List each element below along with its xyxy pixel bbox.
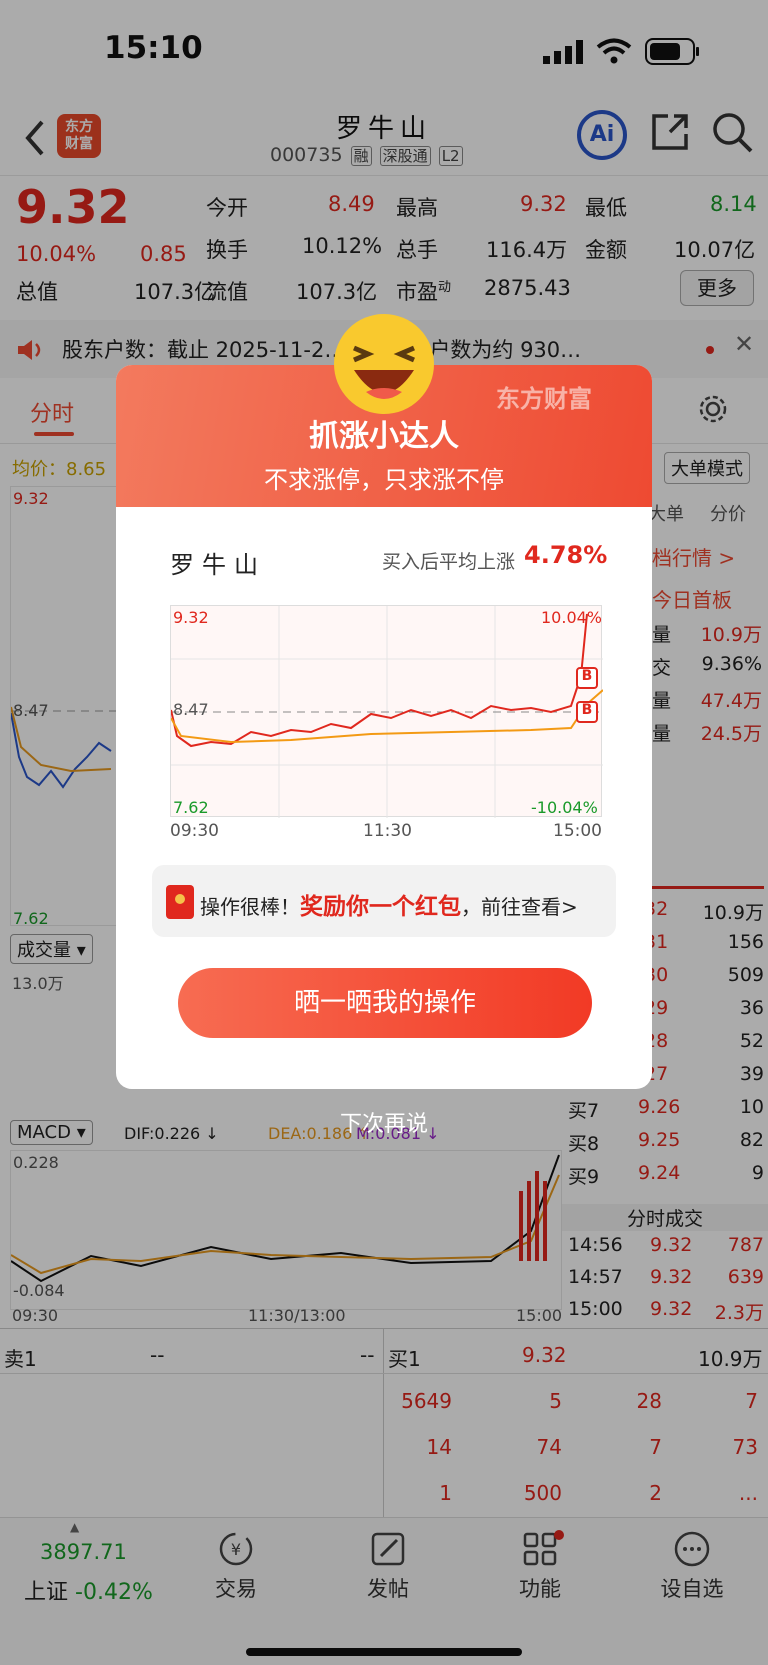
modal-subtitle: 不求涨停，只求涨不停 [264, 466, 504, 494]
buy-marker: B [581, 702, 593, 718]
mini-x-open: 09:30 [170, 821, 219, 841]
dismiss-link[interactable]: 下次再说 [0, 1106, 768, 1138]
mini-chart-lines [170, 606, 604, 818]
share-operation-button[interactable]: 晒一晒我的操作 [178, 968, 592, 1038]
mini-x-close: 15:00 [553, 821, 602, 841]
mini-top-right: 10.04% [541, 608, 603, 627]
red-envelope-icon [166, 885, 194, 919]
modal-title: 抓涨小达人 [309, 419, 459, 454]
mini-bot-left: 7.62 [173, 798, 209, 817]
mini-x-noon: 11:30 [363, 821, 412, 841]
modal-mini-chart: B B 9.32 10.04% 8.47 7.62 -10.04% [170, 605, 604, 818]
reward-text: 操作很棒！奖励你一个红包，前往查看> [200, 894, 578, 920]
mini-mid: 8.47 [173, 700, 209, 719]
reward-banner[interactable]: 操作很棒！奖励你一个红包，前往查看> [152, 865, 616, 937]
mini-top-left: 9.32 [173, 608, 209, 627]
mini-bot-right: -10.04% [531, 798, 598, 817]
avg-rise-value: 4.78% [524, 541, 608, 569]
reward-modal: 东方财富 抓涨小达人 不求涨停，只求涨不停 罗牛山 买入后平均上涨 4.78% … [116, 365, 652, 1089]
buy-marker: B [581, 668, 593, 684]
avg-rise-label: 买入后平均上涨 [382, 551, 516, 573]
modal-stock-name: 罗牛山 [170, 551, 266, 579]
watermark-logo: 东方财富 [496, 385, 592, 413]
laughing-emoji-icon [334, 314, 434, 414]
